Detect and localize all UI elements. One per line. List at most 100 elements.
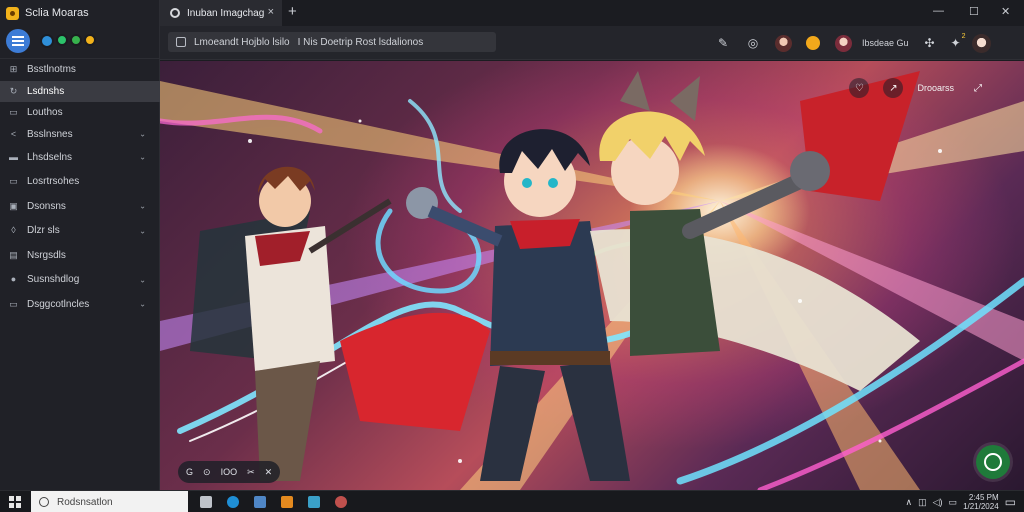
- maximize-button[interactable]: ☐: [969, 5, 979, 18]
- sidebar-item-label: Bsslnsnes: [27, 128, 73, 140]
- sidebar: Sclia Moaras ⊞ Bsstlnotms ↻ Lsdnshs ▭ Louthos…: [0, 0, 160, 490]
- sidebar-item-2[interactable]: ↻ Lsdnshs: [0, 80, 160, 102]
- sidebar-item-label: Lsdnshs: [27, 85, 65, 97]
- refresh-icon: ↻: [9, 85, 18, 96]
- notification-icon[interactable]: ✦ 2: [945, 32, 967, 54]
- chevron-up-icon[interactable]: ∧: [906, 497, 913, 508]
- toolbar-label: Ibsdeae Gu: [862, 38, 909, 48]
- new-tab-button[interactable]: +: [288, 3, 297, 20]
- sidebar-item-5[interactable]: ▬ Lhsdselns ⌄: [0, 145, 160, 170]
- chevron-down-icon: ⌄: [139, 275, 146, 285]
- edge-icon: [226, 496, 239, 508]
- account-avatar-1[interactable]: [40, 34, 54, 48]
- taskbar-app-1[interactable]: [192, 491, 219, 512]
- media-control-3[interactable]: IOO: [221, 467, 238, 477]
- media-control-2[interactable]: ⊙: [203, 467, 211, 478]
- app-logo-icon: [6, 6, 19, 20]
- bookmark-icon: ▭: [9, 107, 18, 118]
- tab-close-icon[interactable]: ×: [268, 6, 274, 18]
- url-primary: Lmoeandt Hojblo lsilo: [194, 36, 290, 48]
- sidebar-item-label: Dlzr sls: [27, 225, 60, 237]
- shield-icon: ▣: [9, 200, 18, 211]
- close-window-button[interactable]: ✕: [1001, 5, 1010, 18]
- start-button[interactable]: [9, 496, 21, 508]
- page-info-icon[interactable]: [176, 37, 186, 47]
- media-control-5[interactable]: ✕: [265, 467, 273, 478]
- pen-icon[interactable]: ✎: [712, 32, 734, 54]
- hamburger-icon: [12, 36, 24, 46]
- sidebar-item-4[interactable]: < Bsslnsnes ⌄: [0, 124, 160, 146]
- user-avatar-icon: [972, 33, 992, 53]
- chevron-down-icon: ⌄: [139, 299, 146, 309]
- sidebar-item-1[interactable]: ⊞ Bsstlnotms: [0, 59, 160, 81]
- minimize-button[interactable]: —: [933, 5, 944, 17]
- taskbar-app-4[interactable]: [273, 491, 300, 512]
- screen: Sclia Moaras ⊞ Bsstlnotms ↻ Lsdnshs ▭ Louthos…: [0, 0, 1024, 512]
- search-icon: [39, 497, 49, 507]
- user-avatar-button[interactable]: [971, 32, 993, 54]
- battery-icon[interactable]: ▭: [949, 497, 958, 508]
- sidebar-item-3[interactable]: ▭ Louthos: [0, 102, 160, 124]
- sidebar-item-8[interactable]: ◊ Dlzr sls ⌄: [0, 219, 160, 244]
- camera-icon[interactable]: ◎: [742, 32, 764, 54]
- taskbar-app-3[interactable]: [246, 491, 273, 512]
- taskbar-app-2[interactable]: [219, 491, 246, 512]
- record-app-icon: [334, 496, 347, 508]
- favorite-icon[interactable]: ♡: [849, 78, 870, 98]
- globe-icon: ●: [10, 274, 17, 285]
- profile-avatar-icon: [774, 34, 792, 52]
- sidebar-item-9[interactable]: ▤ Nsrgsdls: [0, 243, 160, 268]
- address-bar[interactable]: Lmoeandt Hojblo lsilo I Nis Doetrip Rost…: [168, 32, 496, 52]
- chevron-down-icon: ⌄: [139, 226, 146, 236]
- share-icon[interactable]: ↗: [883, 78, 904, 98]
- sidebar-item-label: Losrtrsohes: [27, 176, 80, 188]
- sidebar-item-label: Bsstlnotms: [27, 64, 76, 76]
- account-avatar-4[interactable]: [84, 34, 96, 46]
- toolbar-actions: ✎ ◎ Ibsdeae Gu ✣ ✦ 2: [712, 32, 1001, 54]
- chevron-down-icon: ⌄: [139, 201, 146, 211]
- overlay-label: Drooarss: [917, 83, 954, 93]
- system-tray: ∧ ◫ ◁) ▭ 2:45 PM 1/21/2024 ▭: [906, 491, 1016, 512]
- network-icon[interactable]: ◫: [918, 497, 927, 508]
- windows-logo-tile: [16, 503, 21, 508]
- taskbar-app-6[interactable]: [327, 491, 354, 512]
- app-title-bar: Sclia Moaras: [6, 5, 89, 21]
- assistant-fab-button[interactable]: [976, 445, 1010, 479]
- windows-logo-tile: [9, 496, 14, 501]
- settings-icon[interactable]: ✣: [919, 32, 941, 54]
- sidebar-item-7[interactable]: ▣ Dsonsns ⌄: [0, 194, 160, 219]
- windows-logo-tile: [16, 496, 21, 501]
- character-left: [190, 166, 392, 481]
- browser-tab-active[interactable]: Inuban Imagchag ×: [160, 0, 282, 26]
- grid-icon: ⊞: [9, 64, 18, 75]
- notification-count: 2: [961, 33, 966, 40]
- download-icon: ▤: [9, 249, 18, 260]
- notifications-icon[interactable]: ▭: [1005, 495, 1016, 509]
- taskbar-app-5[interactable]: [300, 491, 327, 512]
- expand-icon[interactable]: ⤢: [968, 78, 988, 98]
- taskbar-search-input[interactable]: Rodsnsatlon: [31, 491, 188, 512]
- profile-avatar-button[interactable]: [772, 32, 794, 54]
- sidebar-item-11[interactable]: ▭ Dsggcotlncles ⌄: [0, 292, 160, 317]
- volume-icon[interactable]: ◁): [933, 497, 943, 508]
- media-control-4[interactable]: ✂: [247, 467, 255, 478]
- coin-badge-icon: [806, 36, 820, 50]
- window-icon: ▭: [9, 176, 18, 187]
- coin-icon[interactable]: [802, 32, 824, 54]
- account-avatar-2[interactable]: [56, 34, 68, 46]
- sidebar-item-10[interactable]: ● Susnshdlog ⌄: [0, 268, 160, 293]
- task-view-icon: [199, 496, 212, 508]
- media-control-1[interactable]: G: [186, 467, 193, 477]
- menu-button[interactable]: [6, 29, 30, 53]
- sidebar-item-label: Louthos: [27, 107, 63, 119]
- clock[interactable]: 2:45 PM 1/21/2024: [963, 493, 999, 511]
- location-icon: ◊: [11, 225, 16, 236]
- viewer-overlay-actions: ♡ ↗ Drooarss ⤢: [849, 77, 988, 99]
- taskbar: Rodsnsatlon ∧ ◫ ◁) ▭ 2:45 PM 1/21/2024 ▭: [0, 490, 1024, 512]
- taskbar-search-placeholder: Rodsnsatlon: [57, 496, 113, 508]
- sidebar-item-6[interactable]: ▭ Losrtrsohes: [0, 170, 160, 195]
- account-avatar-3[interactable]: [70, 34, 82, 46]
- sidebar-item-label: Dsggcotlncles: [27, 298, 90, 310]
- account-avatar-button[interactable]: [832, 32, 854, 54]
- assistant-icon: [984, 453, 1002, 471]
